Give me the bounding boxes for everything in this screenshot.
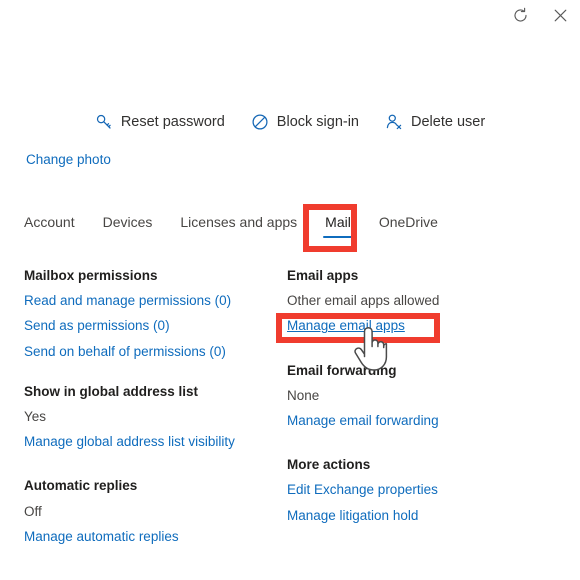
tab-onedrive[interactable]: OneDrive — [365, 212, 452, 240]
more-actions-group: More actions Edit Exchange properties Ma… — [287, 457, 557, 524]
delete-user-label: Delete user — [411, 113, 486, 130]
global-address-list-group: Show in global address list Yes Manage g… — [24, 384, 274, 451]
close-icon — [552, 7, 569, 24]
detail-tabs: Account Devices Licenses and apps Mail O… — [24, 212, 452, 240]
manage-litigation-hold-link[interactable]: Manage litigation hold — [287, 508, 418, 524]
tab-devices-label: Devices — [102, 214, 153, 230]
mailbox-permissions-group: Mailbox permissions Read and manage perm… — [24, 268, 274, 360]
automatic-replies-group: Automatic replies Off Manage automatic r… — [24, 478, 274, 545]
reset-password-label: Reset password — [120, 113, 225, 130]
automatic-replies-title: Automatic replies — [24, 478, 138, 494]
manage-email-apps-link[interactable]: Manage email apps — [287, 318, 405, 334]
delete-user-button[interactable]: Delete user — [385, 113, 485, 131]
email-apps-value: Other email apps allowed — [287, 293, 440, 309]
tab-mail[interactable]: Mail — [311, 212, 365, 240]
read-and-manage-permissions-link[interactable]: Read and manage permissions (0) — [24, 293, 231, 309]
user-command-bar: Reset password Block sign-in Delete user — [0, 106, 580, 138]
close-button[interactable] — [542, 0, 578, 30]
more-actions-title: More actions — [287, 457, 371, 473]
email-forwarding-value: None — [287, 387, 320, 403]
window-titlebar — [0, 0, 580, 34]
global-address-list-title: Show in global address list — [24, 383, 199, 399]
send-as-permissions-link[interactable]: Send as permissions (0) — [24, 318, 170, 334]
tab-mail-label: Mail — [325, 214, 351, 230]
tab-selected-indicator — [323, 235, 353, 238]
manage-global-address-list-visibility-link[interactable]: Manage global address list visibility — [24, 434, 235, 450]
delete-user-icon — [385, 113, 403, 131]
automatic-replies-value: Off — [24, 503, 42, 519]
email-apps-title: Email apps — [287, 268, 359, 283]
change-photo-link[interactable]: Change photo — [26, 152, 111, 167]
tab-account-label: Account — [24, 214, 75, 230]
mailbox-permissions-title: Mailbox permissions — [24, 268, 158, 283]
block-sign-in-label: Block sign-in — [276, 113, 359, 130]
reset-password-button[interactable]: Reset password — [95, 113, 225, 131]
email-forwarding-group: Email forwarding None Manage email forwa… — [287, 363, 557, 430]
block-sign-in-button[interactable]: Block sign-in — [251, 113, 359, 131]
mail-left-column: Mailbox permissions Read and manage perm… — [24, 268, 274, 571]
manage-email-forwarding-link[interactable]: Manage email forwarding — [287, 413, 439, 429]
key-icon — [95, 113, 113, 131]
tab-licenses-and-apps-label: Licenses and apps — [180, 214, 298, 230]
global-address-list-value: Yes — [24, 408, 47, 424]
mail-right-column: Email apps Other email apps allowed Mana… — [287, 268, 557, 550]
tab-onedrive-label: OneDrive — [378, 214, 438, 230]
refresh-icon — [512, 7, 529, 24]
manage-automatic-replies-link[interactable]: Manage automatic replies — [24, 529, 179, 545]
edit-exchange-properties-link[interactable]: Edit Exchange properties — [287, 482, 438, 498]
email-forwarding-title: Email forwarding — [287, 362, 397, 378]
email-apps-group: Email apps Other email apps allowed Mana… — [287, 268, 557, 335]
tab-account[interactable]: Account — [24, 212, 89, 240]
refresh-button[interactable] — [502, 0, 538, 30]
tab-licenses-and-apps[interactable]: Licenses and apps — [166, 212, 311, 240]
send-on-behalf-of-permissions-link[interactable]: Send on behalf of permissions (0) — [24, 344, 226, 360]
tab-devices[interactable]: Devices — [89, 212, 167, 240]
block-icon — [251, 113, 269, 131]
